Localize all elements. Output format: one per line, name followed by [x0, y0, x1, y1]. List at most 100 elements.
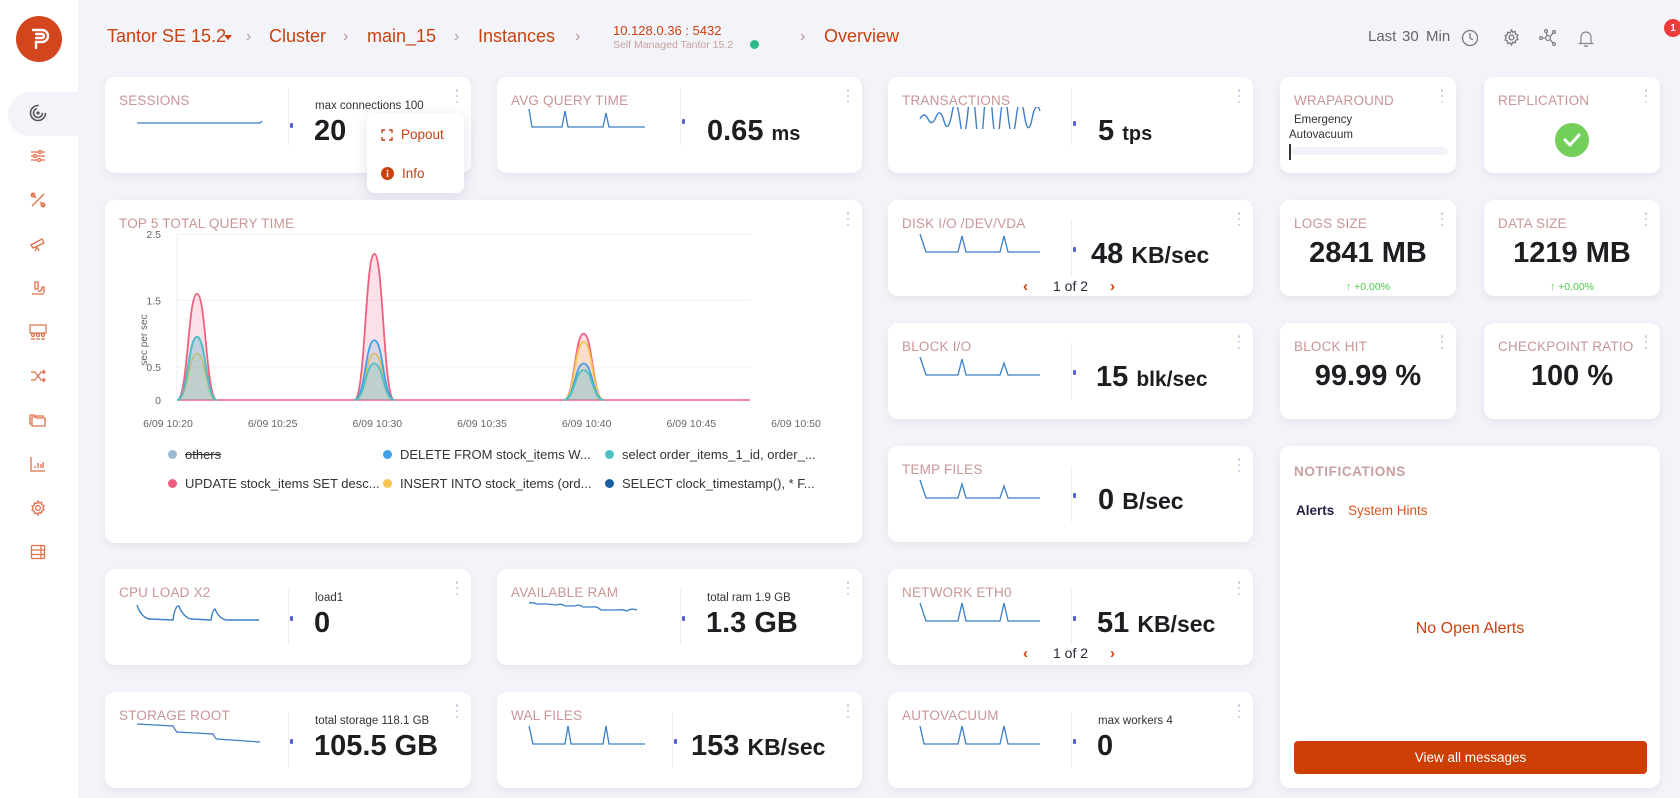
- card-title: WAL FILES: [511, 708, 583, 723]
- sidebar-item-configuration[interactable]: [26, 144, 50, 168]
- card-title: STORAGE ROOT: [119, 708, 230, 723]
- ram-value: 1.3 GB: [706, 607, 798, 639]
- chevron-down-icon[interactable]: [224, 35, 232, 40]
- x-tick-label: 6/09 10:35: [457, 418, 507, 430]
- legend-item[interactable]: UPDATE stock_items SET desc...: [168, 476, 380, 491]
- card-menu-button[interactable]: [1237, 581, 1241, 595]
- sidebar-item-replication[interactable]: [26, 364, 50, 388]
- card-menu-button[interactable]: [1237, 458, 1241, 472]
- disk-io-value: 48 KB/sec: [1091, 238, 1210, 270]
- card-menu-button[interactable]: [1237, 212, 1241, 226]
- sidebar-item-inspector[interactable]: [26, 276, 50, 300]
- legend-item[interactable]: DELETE FROM stock_items W...: [383, 447, 591, 462]
- pager-label: 1 of 2: [1053, 645, 1089, 661]
- sidebar-item-storage[interactable]: [26, 540, 50, 564]
- block-io-card: BLOCK I/O 15 blk/sec: [888, 323, 1253, 419]
- data-size-delta: ↑ +0.00%: [1549, 281, 1595, 293]
- card-menu-button[interactable]: [1440, 212, 1444, 226]
- max-workers-label: max workers 4: [1098, 715, 1173, 727]
- telescope-icon: [30, 238, 45, 252]
- tab-system-hints[interactable]: System Hints: [1348, 503, 1428, 518]
- tab-alerts[interactable]: Alerts: [1296, 503, 1334, 518]
- replication-card: REPLICATION: [1484, 77, 1660, 173]
- tools-icon: [30, 192, 46, 208]
- legend-item[interactable]: SELECT clock_timestamp(), * F...: [605, 476, 815, 491]
- x-tick-label: 6/09 10:30: [353, 418, 403, 430]
- breadcrumb-instance-group[interactable]: main_15: [367, 26, 436, 47]
- pager-label: 1 of 2: [1053, 278, 1089, 294]
- card-menu-button[interactable]: [1237, 335, 1241, 349]
- card-menu-button[interactable]: [1440, 335, 1444, 349]
- card-title: LOGS SIZE: [1294, 216, 1368, 231]
- sidebar-item-sessions[interactable]: [26, 320, 50, 344]
- app-logo[interactable]: [16, 16, 62, 62]
- sidebar-item-maintenance[interactable]: [26, 188, 50, 212]
- prev-page-button[interactable]: ‹: [1023, 645, 1028, 662]
- card-menu-button[interactable]: [846, 89, 850, 103]
- card-divider: [288, 712, 289, 768]
- y-tick-label: 1.5: [146, 295, 161, 307]
- card-divider: [1071, 220, 1072, 276]
- sidebar-item-explorer[interactable]: [26, 232, 50, 256]
- card-menu-button[interactable]: [1440, 89, 1444, 103]
- autovacuum-value: 0: [1097, 730, 1114, 762]
- breadcrumb-instances[interactable]: Instances: [478, 26, 555, 47]
- next-page-button[interactable]: ›: [1110, 278, 1115, 295]
- popout-menu-item[interactable]: Popout: [381, 127, 444, 142]
- view-all-messages-button[interactable]: View all messages: [1294, 741, 1647, 774]
- time-range-unit[interactable]: Min: [1426, 28, 1450, 45]
- autovacuum-sparkline: [919, 725, 1040, 745]
- legend-item[interactable]: others: [168, 447, 221, 462]
- card-menu-button[interactable]: [1237, 89, 1241, 103]
- check-circle-icon: [1555, 123, 1589, 157]
- load1-label: load1: [315, 592, 344, 604]
- next-page-button[interactable]: ›: [1110, 645, 1115, 662]
- topology-icon[interactable]: [1538, 28, 1558, 47]
- y-tick-label: 0: [155, 395, 161, 407]
- legend-label: others: [185, 447, 222, 462]
- card-menu-button[interactable]: [1644, 212, 1648, 226]
- info-menu-item[interactable]: Info: [381, 166, 425, 181]
- card-menu-button[interactable]: [1237, 704, 1241, 718]
- time-range-value[interactable]: 30: [1402, 28, 1419, 45]
- prev-page-button[interactable]: ‹: [1023, 278, 1028, 295]
- clock-icon[interactable]: [1461, 29, 1479, 47]
- legend-item[interactable]: select order_items_1_id, order_...: [605, 447, 816, 462]
- expand-marker: [290, 123, 293, 128]
- sidebar-item-reports[interactable]: [26, 452, 50, 476]
- info-label: Info: [402, 166, 425, 181]
- transactions-sparkline: [919, 107, 1041, 129]
- card-menu-button[interactable]: [846, 704, 850, 718]
- cpu-load-card: CPU LOAD X2 load1 0: [105, 569, 471, 665]
- settings-gear-icon[interactable]: [1503, 29, 1520, 46]
- card-menu-button[interactable]: [455, 89, 459, 103]
- sidebar-item-files[interactable]: [26, 408, 50, 432]
- card-menu-button[interactable]: [455, 581, 459, 595]
- card-title: TEMP FILES: [902, 462, 983, 477]
- legend-item[interactable]: INSERT INTO stock_items (ord...: [383, 476, 591, 491]
- area-peak-2-0: [176, 336, 218, 401]
- card-divider: [288, 589, 289, 645]
- wraparound-label: Emergency: [1294, 114, 1353, 126]
- sidebar-item-settings[interactable]: [26, 496, 50, 520]
- card-menu-button[interactable]: [1644, 335, 1648, 349]
- legend-color-dot: [383, 479, 392, 488]
- x-tick-label: 6/09 10:45: [667, 418, 717, 430]
- bell-icon[interactable]: [1578, 29, 1594, 47]
- card-menu-button[interactable]: [1644, 89, 1648, 103]
- card-menu-button[interactable]: [846, 581, 850, 595]
- card-title: BLOCK HIT: [1294, 339, 1368, 354]
- breadcrumb-host[interactable]: 10.128.0.36 : 5432: [613, 23, 721, 38]
- radar-icon: [29, 104, 47, 122]
- breadcrumb-product[interactable]: Tantor SE 15.2: [107, 26, 226, 47]
- sidebar-item-dashboard[interactable]: [26, 101, 50, 125]
- card-title: REPLICATION: [1498, 93, 1590, 108]
- breadcrumb-cluster[interactable]: Cluster: [269, 26, 326, 47]
- time-range-label[interactable]: Last: [1368, 28, 1396, 45]
- logo-icon: [31, 28, 50, 50]
- expand-marker: [674, 739, 677, 744]
- x-tick-label: 6/09 10:25: [248, 418, 298, 430]
- legend-label: SELECT clock_timestamp(), * F...: [622, 476, 815, 491]
- card-menu-button[interactable]: [455, 704, 459, 718]
- sessions-value: 20: [314, 115, 347, 147]
